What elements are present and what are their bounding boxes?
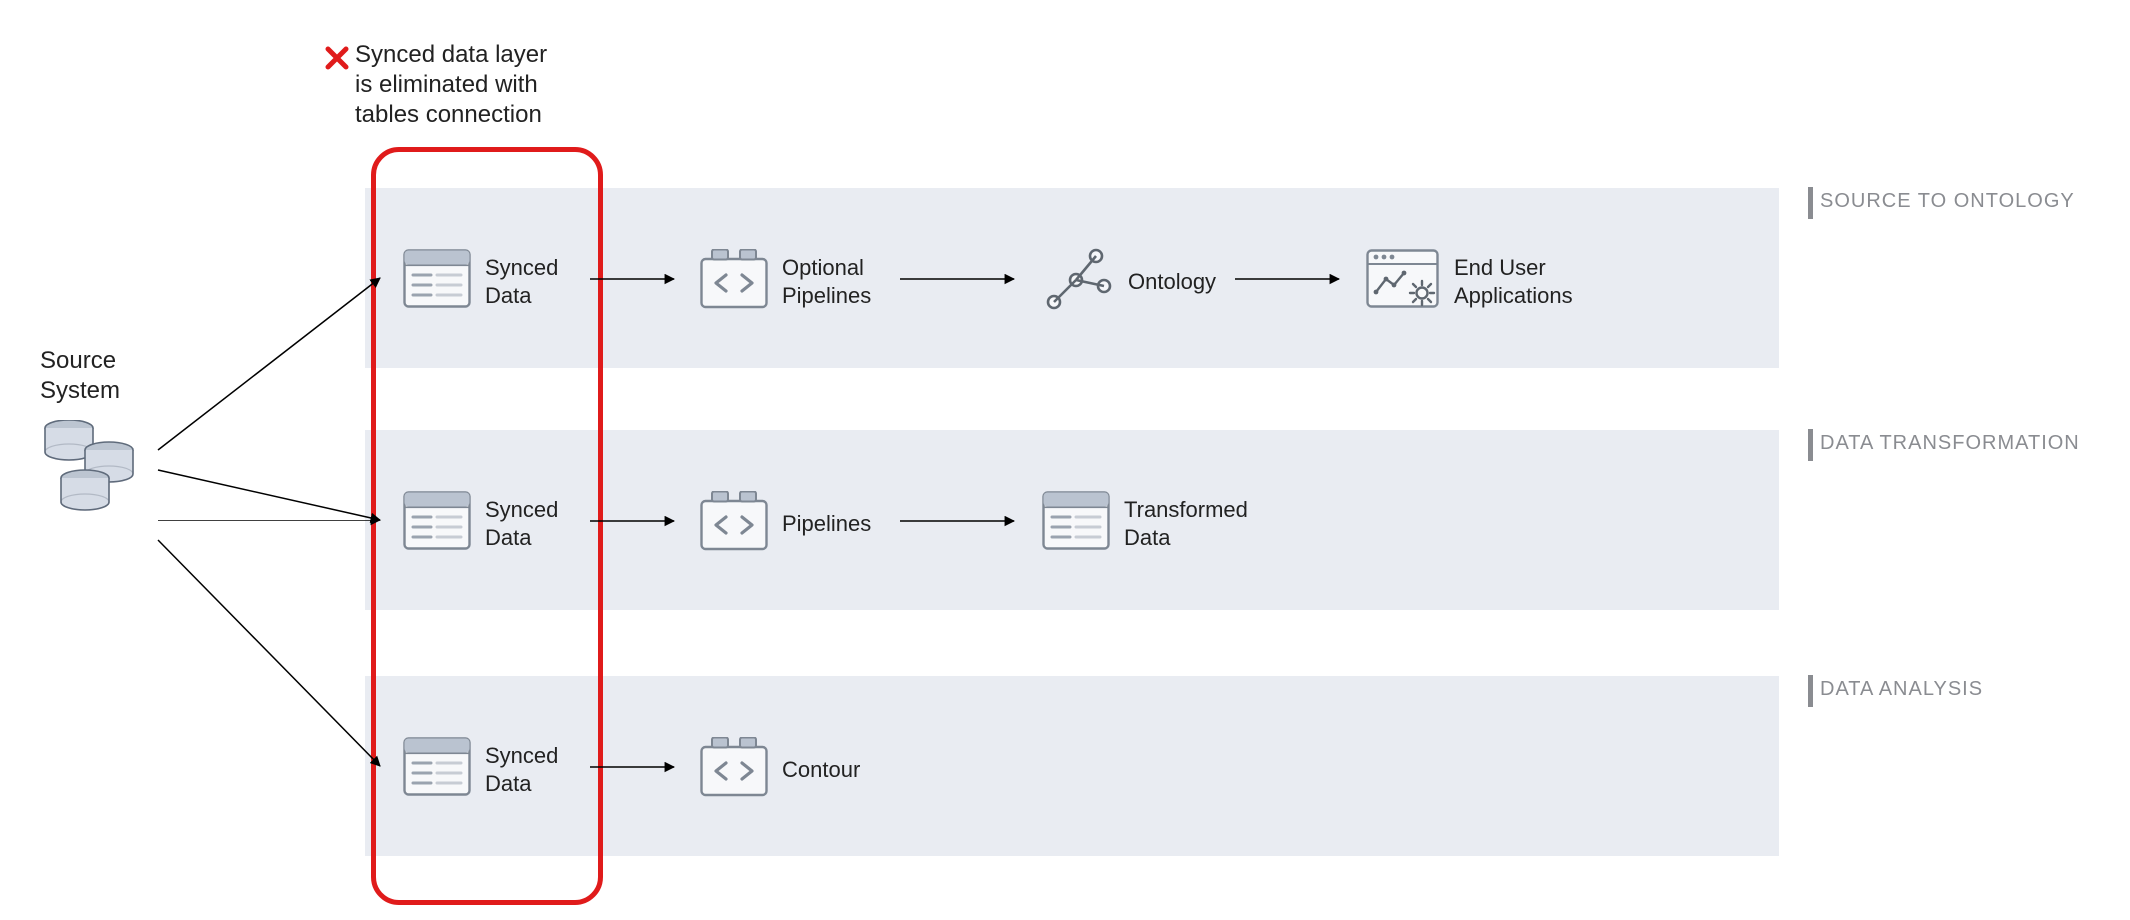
node-synced-data-2: Synced Data — [403, 491, 558, 556]
source-line-2: System — [40, 377, 120, 404]
synced-label: Synced — [485, 743, 558, 768]
source-fanout-arrows-2 — [150, 520, 390, 780]
apps-label: End User — [1454, 255, 1546, 280]
title-bar-icon — [1808, 429, 1813, 461]
code-block-icon — [700, 249, 768, 314]
opt-pipelines-label: Optional — [782, 255, 864, 280]
table-icon — [403, 249, 471, 314]
node-pipelines: Pipelines — [700, 491, 871, 556]
database-stack-icon — [38, 420, 158, 535]
contour-label: Contour — [782, 757, 860, 782]
node-contour: Contour — [700, 737, 860, 802]
apps-label-2: Applications — [1454, 283, 1573, 308]
lane-title-analysis: DATA ANALYSIS — [1820, 678, 2120, 701]
architecture-diagram: Source System Synced data layer — [0, 0, 2130, 920]
synced-label-2: Data — [485, 283, 531, 308]
title-bar-icon — [1808, 675, 1813, 707]
eliminated-layer-callout: Synced data layer is eliminated with tab… — [355, 40, 547, 130]
callout-line-3: tables connection — [355, 101, 542, 128]
lane-title-ontology-text: SOURCE TO ONTOLOGY — [1820, 190, 2075, 212]
pipelines-label: Pipelines — [782, 511, 871, 536]
node-transformed-data: Transformed Data — [1042, 491, 1248, 556]
opt-pipelines-label-2: Pipelines — [782, 283, 871, 308]
node-optional-pipelines: Optional Pipelines — [700, 249, 871, 314]
graph-network-icon — [1042, 246, 1114, 317]
transformed-label-2: Data — [1124, 525, 1170, 550]
x-icon — [325, 46, 349, 75]
node-synced-data-1: Synced Data — [403, 249, 558, 314]
arrow-icon — [590, 514, 680, 528]
node-end-user-apps: End User Applications — [1366, 249, 1573, 314]
transformed-label: Transformed — [1124, 497, 1248, 522]
lane-title-ontology: SOURCE TO ONTOLOGY — [1820, 190, 2120, 213]
ontology-label: Ontology — [1128, 269, 1216, 294]
lane-title-transform-text: DATA TRANSFORMATION — [1820, 432, 2080, 454]
synced-label: Synced — [485, 255, 558, 280]
node-ontology: Ontology — [1042, 246, 1216, 317]
lane-title-transform: DATA TRANSFORMATION — [1820, 432, 2120, 455]
source-line-1: Source — [40, 347, 116, 374]
synced-label-2: Data — [485, 771, 531, 796]
table-icon — [403, 491, 471, 556]
application-gear-icon — [1366, 249, 1440, 314]
node-synced-data-3: Synced Data — [403, 737, 558, 802]
arrow-icon — [900, 514, 1020, 528]
code-block-icon — [700, 737, 768, 802]
callout-line-2: is eliminated with — [355, 71, 538, 98]
synced-label-2: Data — [485, 525, 531, 550]
arrow-icon — [900, 272, 1020, 286]
source-system-label: Source System — [40, 346, 120, 406]
table-icon — [403, 737, 471, 802]
arrow-icon — [590, 760, 680, 774]
table-icon — [1042, 491, 1110, 556]
source-fanout-arrows — [150, 270, 390, 540]
synced-label: Synced — [485, 497, 558, 522]
arrow-icon — [1235, 272, 1345, 286]
arrow-icon — [590, 272, 680, 286]
callout-line-1: Synced data layer — [355, 41, 547, 68]
lane-title-analysis-text: DATA ANALYSIS — [1820, 678, 1983, 700]
title-bar-icon — [1808, 187, 1813, 219]
code-block-icon — [700, 491, 768, 556]
